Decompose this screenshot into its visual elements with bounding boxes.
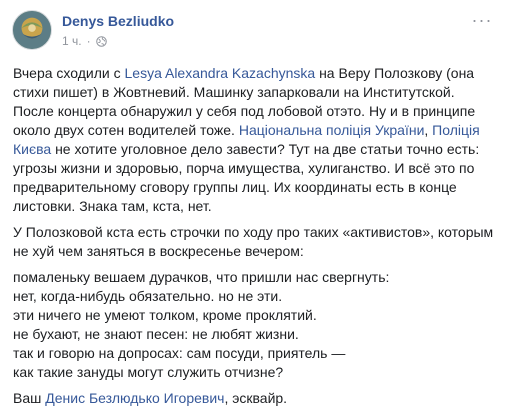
post-meta: 1 ч. · bbox=[62, 34, 107, 48]
post-body: Вчера сходили с Lesya Alexandra Kazachyn… bbox=[13, 64, 495, 415]
poem-line: нет, когда-нибудь обязательно. но не эти… bbox=[13, 288, 283, 304]
poem-line: не бухают, не знают песен: не любят жизн… bbox=[13, 326, 299, 342]
avatar[interactable] bbox=[12, 10, 52, 50]
text: не хотите уголовное дело завести? Тут на… bbox=[13, 141, 480, 214]
poem-quote: помаленьку вешаем дурачков, что пришли н… bbox=[13, 268, 495, 382]
signature: Ваш Денис Безлюдько Игоревич, эсквайр. bbox=[13, 389, 495, 408]
poem-line: как такие зануды могут служить отчизне? bbox=[13, 364, 284, 380]
post-timestamp[interactable]: 1 ч. bbox=[62, 34, 82, 48]
paragraph-1: Вчера сходили с Lesya Alexandra Kazachyn… bbox=[13, 64, 495, 216]
text: , bbox=[424, 122, 433, 138]
author-name[interactable]: Denys Bezliudko bbox=[62, 13, 174, 29]
post-header: Denys Bezliudko 1 ч. · ··· bbox=[12, 10, 505, 54]
facebook-post: Denys Bezliudko 1 ч. · ··· Вчера сходили… bbox=[0, 0, 505, 411]
poem-line: так и говорю на допросах: сам посуди, пр… bbox=[13, 345, 346, 361]
more-options-button[interactable]: ··· bbox=[471, 10, 493, 30]
separator-dot: · bbox=[86, 34, 91, 48]
poem-line: эти ничего не умеют толком, кроме прокля… bbox=[13, 307, 317, 323]
tag-lesya-link[interactable]: Lesya Alexandra Kazachynska bbox=[125, 65, 316, 81]
text: Вчера сходили с bbox=[13, 65, 125, 81]
tag-author-link[interactable]: Денис Безлюдько Игоревич bbox=[45, 390, 224, 406]
text: Ваш bbox=[13, 390, 46, 406]
globe-icon[interactable] bbox=[95, 35, 107, 47]
paragraph-2: У Полозковой кста есть строчки по ходу п… bbox=[13, 224, 494, 259]
tag-national-police-link[interactable]: Національна поліція України bbox=[239, 122, 425, 138]
poem-line: помаленьку вешаем дурачков, что пришли н… bbox=[13, 269, 390, 285]
avatar-image bbox=[13, 11, 51, 49]
text: , эсквайр. bbox=[224, 390, 288, 406]
